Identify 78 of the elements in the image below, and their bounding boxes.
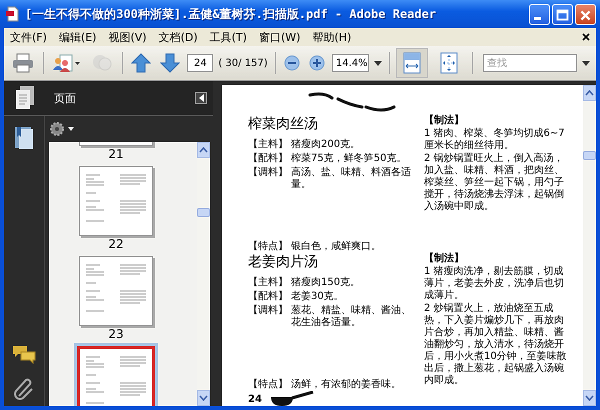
previous-page-button[interactable] (129, 51, 154, 75)
scroll-up-button[interactable] (583, 85, 596, 101)
options-button[interactable] (49, 121, 75, 137)
menu-item[interactable]: 文件(F) (10, 30, 47, 44)
close-icon[interactable] (582, 33, 590, 41)
minimize-button[interactable] (529, 4, 550, 24)
page-number: 21 (108, 146, 124, 162)
zoom-field[interactable]: 14.4% (332, 54, 369, 72)
page-thumbnail[interactable] (79, 166, 153, 236)
caret-icon[interactable] (374, 60, 382, 66)
method-heading: 【制法】 (424, 253, 465, 265)
field-value: 汤鲜，有浓郁的姜香味。 (291, 379, 401, 391)
menu-item[interactable]: 文档(D) (158, 30, 198, 44)
recipe-title: 老姜肉片汤 (248, 253, 319, 271)
field-label: 【调料】 (248, 167, 288, 180)
zoom-out-button[interactable] (282, 53, 302, 73)
chevron-down-icon (585, 395, 594, 401)
method-heading: 【制法】 (424, 115, 465, 127)
page-thumbnail[interactable] (79, 256, 153, 326)
minimize-icon (534, 16, 541, 20)
print-button[interactable] (10, 51, 36, 75)
page-thumbnail[interactable] (77, 346, 155, 406)
field-value: 榨菜75克，鲜冬笋50克。 (291, 153, 406, 165)
field-value: 高汤、盐、味精、料酒各适量。 (291, 167, 412, 191)
fit-width-icon (402, 52, 421, 74)
field-value: 老姜30克。 (291, 291, 344, 303)
chevron-up-icon (199, 147, 208, 153)
recipe-title: 榨菜肉丝汤 (248, 115, 319, 133)
page-count: ( 30/ 157) (218, 58, 268, 68)
page-number: 24 (248, 394, 262, 404)
paperclip-icon[interactable] (13, 376, 35, 400)
field-value: 葱花、精盐、味精、酱油、花生油各适量。 (291, 305, 412, 329)
search-field[interactable]: 查找 (482, 54, 577, 72)
page-number-field[interactable]: 24 (187, 54, 214, 72)
field-value: 猪瘦肉200克。 (291, 139, 360, 151)
frying-pan-drawing (270, 391, 314, 406)
method-step: 1 猪肉、榨菜、冬笋均切成6~7厘米长的细丝待用。 (424, 128, 569, 152)
chevron-down-icon (199, 395, 208, 401)
field-label: 【配料】 (248, 291, 288, 303)
collapse-panel-button[interactable] (195, 92, 207, 104)
next-page-button[interactable] (158, 51, 182, 75)
pages-icon[interactable] (14, 85, 36, 111)
field-label: 【配料】 (248, 153, 288, 165)
page-number: 22 (108, 236, 124, 252)
menu-item[interactable]: 视图(V) (108, 30, 147, 44)
caret-icon[interactable] (582, 60, 590, 66)
comments-icon[interactable] (12, 344, 36, 364)
field-label: 【主料】 (248, 277, 288, 289)
fit-width-button[interactable] (396, 48, 428, 78)
scroll-thumb[interactable] (197, 208, 210, 217)
field-label: 【调料】 (248, 305, 288, 318)
scroll-thumb[interactable] (583, 151, 596, 160)
bookmark-icon[interactable] (13, 126, 35, 150)
scroll-down-button[interactable] (583, 390, 596, 406)
field-value: 猪瘦肉150克。 (291, 277, 360, 289)
pdf-document-icon (5, 6, 21, 22)
scroll-up-button[interactable] (197, 142, 210, 158)
field-value: 银白色，咸鲜爽口。 (291, 241, 381, 253)
menu-item[interactable]: 编辑(E) (58, 30, 96, 44)
chevron-up-icon (585, 90, 594, 96)
field-label: 【特点】 (248, 241, 288, 253)
field-label: 【主料】 (248, 139, 288, 151)
menu-item[interactable]: 窗口(W) (258, 30, 300, 44)
maximize-button[interactable] (552, 4, 573, 24)
menu-item[interactable]: 工具(T) (210, 30, 247, 44)
panel-title: 页面 (54, 90, 77, 106)
page-number: 23 (108, 326, 124, 342)
field-label: 【特点】 (248, 379, 288, 391)
scroll-down-button[interactable] (197, 390, 210, 406)
fit-page-icon (440, 52, 458, 74)
method-step: 2 锅炒锅置旺火上，倒入高汤，加入盐、味精、料酒，把肉丝、榨菜丝、笋丝一起下锅，用勺子搅开，待汤烧沸去浮沫，起锅倒入汤碗中即成。 (424, 153, 569, 213)
method-step: 1 猪瘦肉洗净，剔去筋膜，切成薄片，老姜去外皮，洗净后也切成薄片。 (424, 266, 569, 302)
window-title: [一生不得不做的300种浙菜].孟健&董树芬.扫描版.pdf - Adobe Reader (25, 6, 438, 22)
method-step: 2 炒锅置火上，放油烧至五成热，下入姜片煸炒几下，再放肉片合炒，再加入精盐、味精、酱油翻炒匀，放入清水，待汤烧开后，用小火煮10分钟，至姜味散出后，撒上葱花，起锅盛入汤碗内即成。 (424, 303, 569, 387)
triangle-left-icon (198, 94, 204, 102)
zoom-in-button[interactable] (306, 53, 327, 73)
close-button[interactable] (575, 4, 596, 24)
menu-item[interactable]: 帮助(H) (312, 30, 352, 44)
